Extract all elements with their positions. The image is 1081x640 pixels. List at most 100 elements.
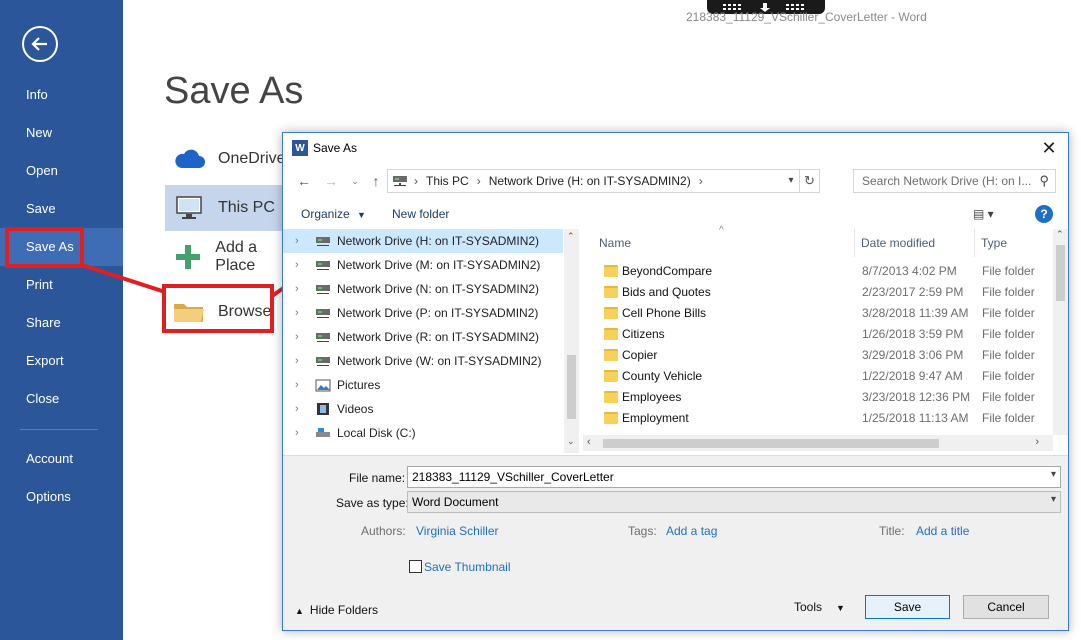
nav-scrollbar[interactable]: ⌃ ⌄ [564, 229, 579, 453]
nav-item-pictures[interactable]: › Pictures [283, 373, 563, 397]
address-bar[interactable]: › This PC › Network Drive (H: on IT-SYSA… [387, 169, 820, 193]
save-thumbnail-checkbox[interactable] [409, 560, 422, 573]
nav-item-local-disk-c[interactable]: › Local Disk (C:) [283, 421, 563, 445]
backstage-sidebar: Info New Open Save Save As Print Share E… [0, 0, 123, 640]
nav-item-label: Network Drive (H: on IT-SYSADMIN2) [337, 234, 540, 248]
back-arrow-icon[interactable]: ← [294, 171, 314, 191]
tools-button[interactable]: Tools ▼ [794, 600, 845, 614]
plus-icon [171, 242, 204, 272]
close-icon[interactable]: ✕ [1038, 137, 1060, 159]
file-name-field[interactable]: 218383_11129_VSchiller_CoverLetter ▾ [407, 466, 1061, 488]
scroll-right-icon[interactable]: › [1035, 436, 1039, 448]
new-folder-button[interactable]: New folder [392, 207, 449, 221]
chevron-right-icon: › [476, 174, 481, 188]
forward-arrow-icon[interactable]: → [321, 171, 341, 191]
hide-folders-button[interactable]: ▲ Hide Folders [295, 603, 378, 617]
view-options-icon[interactable]: ▤ ▾ [973, 207, 994, 221]
pictures-icon [315, 378, 331, 392]
chevron-right-icon[interactable]: › [295, 379, 315, 391]
scroll-up-icon[interactable]: ⌃ [1056, 229, 1064, 240]
menu-export[interactable]: Export [0, 342, 123, 380]
file-row[interactable]: Citizens 1/26/2018 3:59 PM File folder [583, 324, 1053, 345]
file-row[interactable]: County Vehicle 1/22/2018 9:47 AM File fo… [583, 366, 1053, 387]
chevron-right-icon[interactable]: › [295, 259, 315, 271]
chevron-right-icon[interactable]: › [295, 403, 315, 415]
nav-item-network-drive-m[interactable]: › Network Drive (M: on IT-SYSADMIN2) [283, 253, 563, 277]
organize-button[interactable]: Organize ▼ [301, 207, 366, 221]
address-part[interactable]: This PC [426, 174, 469, 188]
file-scroll-thumb[interactable] [1056, 245, 1065, 301]
chevron-right-icon[interactable]: › [295, 283, 315, 295]
menu-new[interactable]: New [0, 114, 123, 152]
chevron-right-icon[interactable]: › [295, 355, 315, 367]
scroll-up-icon[interactable]: ⌃ [567, 231, 575, 242]
save-type-label: Save as type: [336, 496, 409, 510]
file-row[interactable]: Cell Phone Bills 3/28/2018 11:39 AM File… [583, 303, 1053, 324]
column-header-date[interactable]: Date modified [855, 229, 975, 257]
refresh-icon[interactable]: ↻ [799, 170, 819, 192]
file-type: File folder [982, 411, 1035, 425]
file-date: 3/23/2018 12:36 PM [862, 390, 971, 404]
file-row[interactable]: Employees 3/23/2018 12:36 PM File folder [583, 387, 1053, 408]
menu-account[interactable]: Account [0, 440, 123, 478]
save-type-select[interactable]: Word Document ▾ [407, 491, 1061, 513]
up-arrow-icon[interactable]: ↑ [366, 171, 386, 191]
chevron-right-icon[interactable]: › [295, 331, 315, 343]
chevron-down-icon: ▼ [836, 603, 845, 613]
menu-options[interactable]: Options [0, 478, 123, 516]
menu-open[interactable]: Open [0, 152, 123, 190]
save-thumbnail-label[interactable]: Save Thumbnail [424, 560, 511, 574]
menu-save[interactable]: Save [0, 190, 123, 228]
file-list-hscrollbar[interactable]: ‹ › [583, 435, 1053, 451]
authors-field[interactable]: Virginia Schiller [416, 524, 498, 538]
column-header-name[interactable]: Name [593, 229, 855, 257]
scroll-down-icon[interactable]: ⌄ [567, 436, 575, 447]
save-type-value: Word Document [412, 495, 499, 509]
chevron-right-icon[interactable]: › [295, 427, 315, 439]
chevron-right-icon[interactable]: › [295, 307, 315, 319]
nav-scroll-thumb[interactable] [567, 355, 576, 419]
nav-item-network-drive-p[interactable]: › Network Drive (P: on IT-SYSADMIN2) [283, 301, 563, 325]
cancel-button[interactable]: Cancel [963, 595, 1049, 619]
scroll-left-icon[interactable]: ‹ [587, 436, 591, 448]
file-list-vscrollbar[interactable]: ⌃ [1053, 229, 1068, 435]
hscroll-thumb[interactable] [603, 439, 939, 448]
videos-icon [315, 402, 331, 416]
title-field[interactable]: Add a title [916, 524, 969, 538]
nav-item-network-drive-n[interactable]: › Network Drive (N: on IT-SYSADMIN2) [283, 277, 563, 301]
nav-item-videos[interactable]: › Videos [283, 397, 563, 421]
file-row[interactable]: BeyondCompare 8/7/2013 4:02 PM File fold… [583, 261, 1053, 282]
chevron-down-icon: ▾ [1050, 494, 1056, 505]
address-part[interactable]: Network Drive (H: on IT-SYSADMIN2) [489, 174, 691, 188]
help-icon[interactable]: ? [1035, 205, 1053, 223]
folder-icon [604, 349, 618, 361]
place-add-a-place[interactable]: Add a Place [165, 234, 295, 280]
hide-folders-label: Hide Folders [309, 603, 378, 617]
file-row[interactable]: Bids and Quotes 2/23/2017 2:59 PM File f… [583, 282, 1053, 303]
save-button[interactable]: Save [865, 595, 950, 619]
file-row[interactable]: Copier 3/29/2018 3:06 PM File folder [583, 345, 1053, 366]
back-arrow-icon[interactable] [22, 26, 58, 62]
file-row[interactable]: Employment 1/25/2018 11:13 AM File folde… [583, 408, 1053, 429]
menu-share[interactable]: Share [0, 304, 123, 342]
nav-item-network-drive-r[interactable]: › Network Drive (R: on IT-SYSADMIN2) [283, 325, 563, 349]
chevron-down-icon[interactable]: ▾ [783, 170, 799, 192]
column-header-type[interactable]: Type [975, 229, 1053, 257]
file-name: BeyondCompare [622, 264, 713, 278]
folder-icon [604, 265, 618, 277]
recent-locations-icon[interactable]: ⌄ [345, 171, 365, 191]
nav-item-label: Network Drive (R: on IT-SYSADMIN2) [337, 330, 540, 344]
local-disk-icon [315, 426, 331, 440]
file-name: Employment [622, 411, 689, 425]
place-this-pc[interactable]: This PC [165, 185, 295, 231]
search-input[interactable]: Search Network Drive (H: on I... ⚲ [853, 169, 1056, 193]
menu-close[interactable]: Close [0, 380, 123, 418]
chevron-right-icon[interactable]: › [295, 235, 315, 247]
chevron-down-icon[interactable]: ▾ [1051, 469, 1056, 480]
nav-item-network-drive-w[interactable]: › Network Drive (W: on IT-SYSADMIN2) [283, 349, 563, 373]
place-onedrive[interactable]: OneDrive [165, 136, 295, 182]
nav-item-network-drive-h[interactable]: › Network Drive (H: on IT-SYSADMIN2) [283, 229, 563, 253]
menu-info[interactable]: Info [0, 76, 123, 114]
computer-icon [171, 193, 207, 223]
tags-field[interactable]: Add a tag [666, 524, 717, 538]
